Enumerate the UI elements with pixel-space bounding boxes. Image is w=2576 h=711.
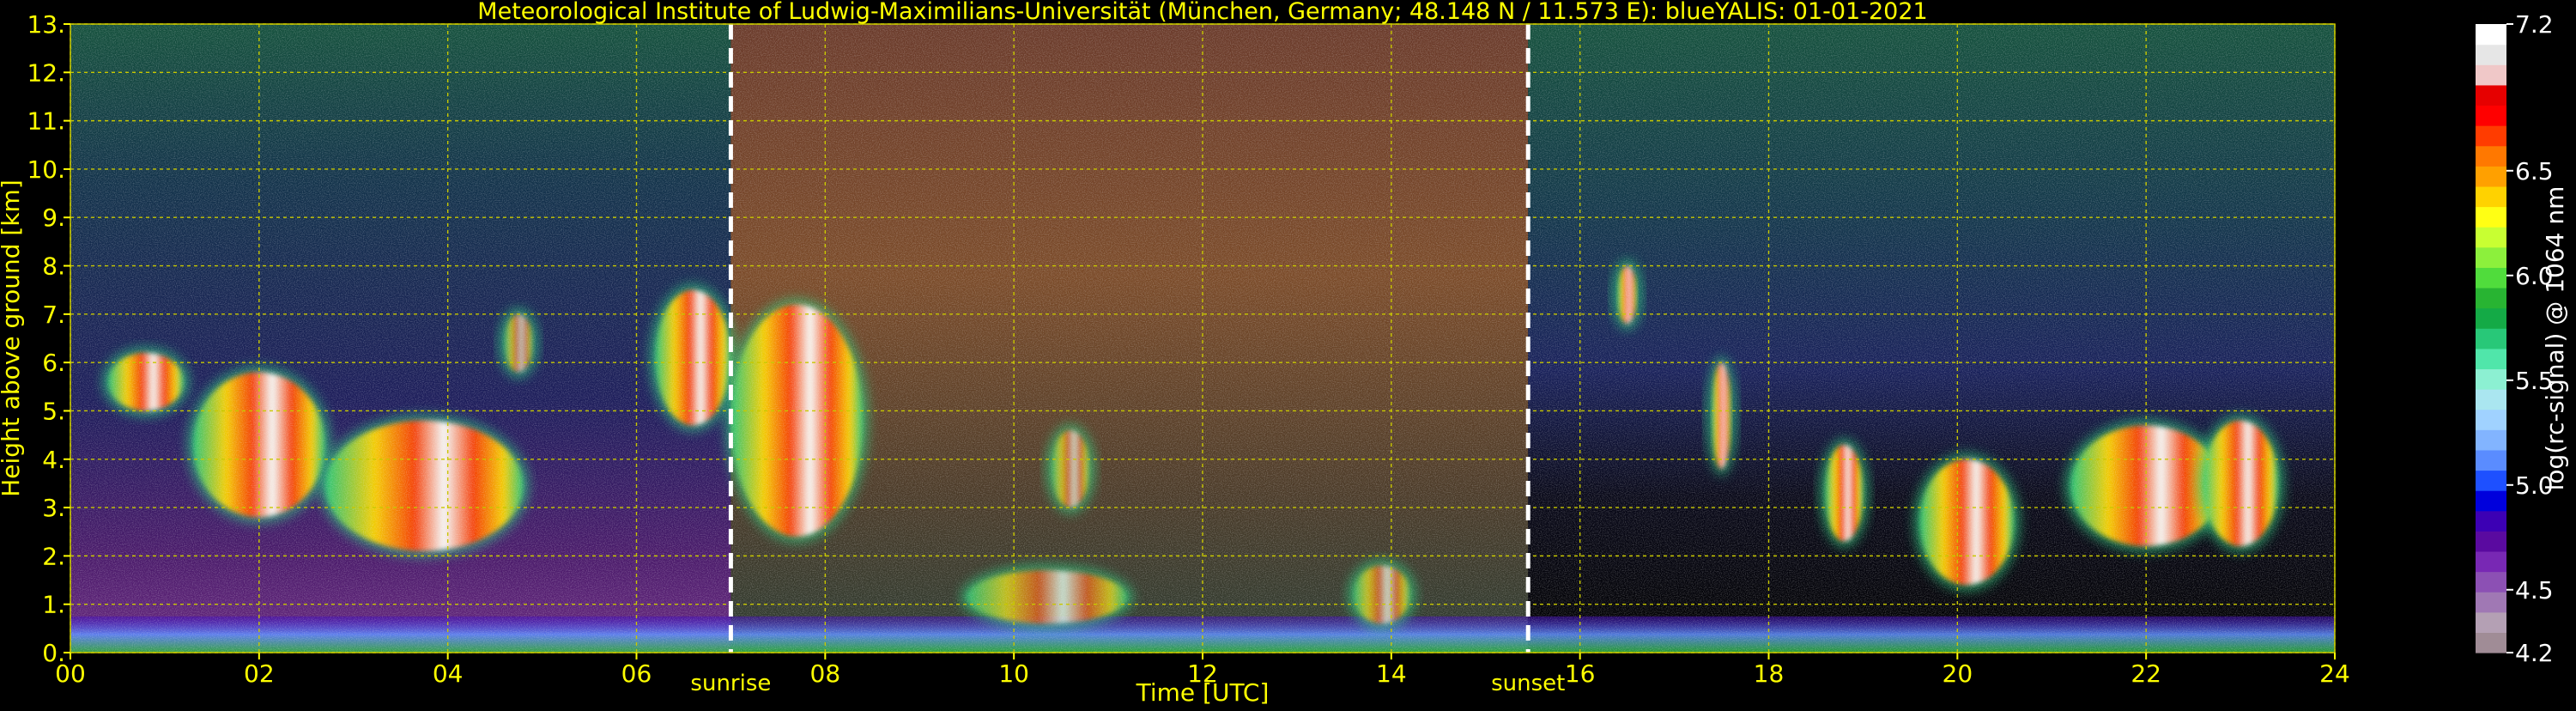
colorbar-tick-label: 6.5 (2515, 157, 2554, 185)
colorbar-segment (2476, 307, 2506, 329)
x-tick-label: 16 (1565, 659, 1596, 688)
colorbar-tick-label: 7.2 (2515, 10, 2554, 39)
y-axis-label: Height above ground [km] (0, 179, 25, 497)
colorbar-segment (2476, 550, 2506, 573)
y-tick-label: 7. (42, 301, 65, 329)
colorbar-segment (2476, 470, 2506, 491)
colorbar-segment (2476, 429, 2506, 451)
y-tick-label: 4. (42, 446, 65, 474)
x-tick-label: 06 (621, 659, 652, 688)
colorbar-segment (2476, 611, 2506, 633)
x-tick-label: 14 (1376, 659, 1407, 688)
y-tick-label: 10. (27, 155, 65, 184)
colorbar-segment (2476, 368, 2506, 390)
x-tick-label: 08 (810, 659, 841, 688)
colorbar-segment (2476, 592, 2506, 613)
colorbar-segment (2476, 287, 2506, 309)
y-tick-label: 13. (27, 10, 65, 39)
colorbar-segment (2476, 125, 2506, 147)
colorbar-segment (2476, 571, 2506, 592)
lidar-chart: sunrise sunset 00 02 04 06 08 10 12 14 16 18 20 22 24… (0, 0, 2576, 708)
y-tick-label: 8. (42, 252, 65, 281)
y-tick-label: 2. (42, 542, 65, 570)
x-tick-label: 24 (2319, 659, 2350, 688)
colorbar-label: log(rc-signal) @ 1064 nm (2541, 186, 2569, 491)
signal-noise (70, 24, 2335, 653)
colorbar-segment (2476, 449, 2506, 471)
x-tick-label: 10 (998, 659, 1029, 688)
y-tick-label: 6. (42, 349, 65, 377)
y-tick-label: 0. (42, 639, 65, 667)
colorbar: 4.24.55.05.56.06.57.2log(rc-signal) @ 10… (2476, 10, 2569, 667)
colorbar-segment (2476, 44, 2506, 65)
colorbar-segment (2476, 632, 2506, 653)
colorbar-tick-label: 4.2 (2515, 639, 2554, 667)
chart-title: Meteorological Institute of Ludwig-Maxim… (477, 0, 1927, 25)
y-tick-label: 9. (42, 204, 65, 232)
colorbar-segment (2476, 227, 2506, 248)
colorbar-segment (2476, 267, 2506, 289)
colorbar-segment (2476, 206, 2506, 228)
colorbar-segment (2476, 348, 2506, 370)
colorbar-segment (2476, 531, 2506, 552)
x-axis-label: Time [UTC] (1136, 678, 1270, 707)
x-tick-label: 20 (1943, 659, 1973, 688)
annotation-label: sunrise (690, 671, 771, 696)
plot-area (70, 24, 2335, 653)
y-tick-label: 12. (27, 58, 65, 87)
colorbar-segment (2476, 490, 2506, 512)
x-tick-label: 22 (2131, 659, 2161, 688)
colorbar-segment (2476, 328, 2506, 349)
colorbar-segment (2476, 145, 2506, 167)
colorbar-segment (2476, 389, 2506, 410)
colorbar-segment (2476, 64, 2506, 86)
y-tick-label: 3. (42, 494, 65, 522)
colorbar-segment (2476, 510, 2506, 532)
colorbar-segment (2476, 185, 2506, 208)
colorbar-segment (2476, 409, 2506, 430)
y-tick-label: 1. (42, 591, 65, 619)
colorbar-segment (2476, 166, 2506, 187)
x-tick-label: 02 (244, 659, 275, 688)
colorbar-tick-label: 4.5 (2515, 576, 2554, 605)
chart-svg: sunrise sunset 00 02 04 06 08 10 12 14 16 18 20 22 24… (0, 0, 2569, 707)
colorbar-segment (2476, 246, 2506, 268)
colorbar-segment (2476, 24, 2506, 46)
x-tick-label: 04 (433, 659, 464, 688)
colorbar-segment (2476, 105, 2506, 126)
x-tick-label: 18 (1754, 659, 1785, 688)
y-tick-label: 5. (42, 397, 65, 425)
colorbar-segment (2476, 84, 2506, 106)
y-tick-label: 11. (27, 107, 65, 136)
annotation-label: sunset (1491, 671, 1565, 696)
